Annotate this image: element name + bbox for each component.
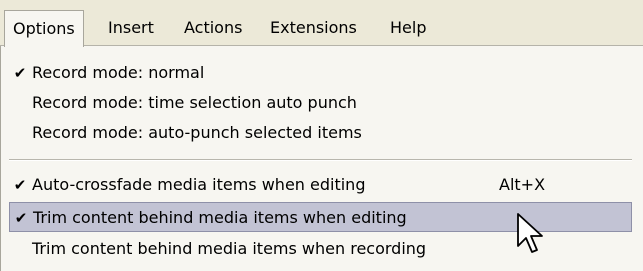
menu-item-label: Record mode: normal [32, 63, 205, 82]
menu-item-label: Record mode: time selection auto punch [32, 93, 357, 112]
checkmark-icon: ✔ [14, 209, 28, 227]
menu-item-label: Trim content behind media items when edi… [33, 208, 407, 227]
menu-separator [9, 159, 632, 161]
menu-actions[interactable]: Actions [176, 10, 250, 46]
menu-item-record-mode-auto-punch[interactable]: Record mode: auto-punch selected items [9, 118, 632, 148]
menu-item-record-mode-normal[interactable]: ✔ Record mode: normal [9, 58, 632, 88]
menu-insert[interactable]: Insert [100, 10, 162, 46]
menu-options[interactable]: Options [4, 10, 84, 47]
menu-item-shortcut: Alt+X [499, 175, 546, 194]
checkmark-icon: ✔ [13, 64, 27, 82]
menu-item-label: Trim content behind media items when rec… [32, 239, 427, 258]
checkmark-icon: ✔ [13, 176, 27, 194]
options-dropdown-menu: ✔ Record mode: normal Record mode: time … [0, 46, 643, 271]
menu-help[interactable]: Help [382, 10, 434, 46]
menu-item-record-mode-time-selection[interactable]: Record mode: time selection auto punch [9, 88, 632, 118]
menu-extensions[interactable]: Extensions [262, 10, 365, 46]
menu-item-label: Auto-crossfade media items when editing [32, 175, 366, 194]
menu-item-label: Record mode: auto-punch selected items [32, 123, 362, 142]
menu-item-auto-crossfade[interactable]: ✔ Auto-crossfade media items when editin… [9, 170, 632, 200]
menu-bar: Options Insert Actions Extensions Help [0, 0, 643, 47]
arrow-pointer-icon [517, 213, 543, 253]
